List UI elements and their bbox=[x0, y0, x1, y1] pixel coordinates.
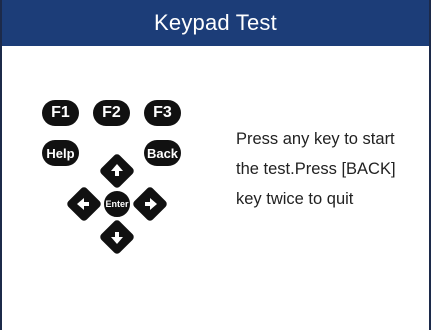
f2-key[interactable]: F2 bbox=[93, 100, 130, 126]
help-key-label: Help bbox=[46, 145, 75, 161]
enter-key[interactable]: Enter bbox=[102, 189, 132, 219]
back-key[interactable]: Back bbox=[144, 140, 181, 166]
enter-key-label: Enter bbox=[105, 199, 129, 209]
back-key-label: Back bbox=[146, 145, 179, 161]
f3-key-label: F3 bbox=[153, 104, 172, 121]
f3-key[interactable]: F3 bbox=[144, 100, 181, 126]
instruction-line-1: Press any key to start bbox=[236, 130, 395, 148]
f2-key-label: F2 bbox=[102, 104, 121, 121]
instruction-line-3: key twice to quit bbox=[236, 190, 354, 208]
f1-key[interactable]: F1 bbox=[42, 100, 79, 126]
keypad-test-screen: Keypad Test F1 F2 F3 Help Back Enter Pre… bbox=[0, 0, 431, 330]
left-arrow-icon bbox=[77, 198, 89, 210]
down-arrow-icon bbox=[111, 232, 123, 244]
instruction-line-2: the test.Press [BACK] bbox=[236, 160, 396, 178]
up-arrow-icon bbox=[111, 164, 123, 176]
f1-key-label: F1 bbox=[51, 104, 70, 121]
instruction-text: Press any key to start the test.Press [B… bbox=[236, 124, 426, 214]
help-key[interactable]: Help bbox=[42, 140, 79, 166]
right-arrow-icon bbox=[145, 198, 157, 210]
